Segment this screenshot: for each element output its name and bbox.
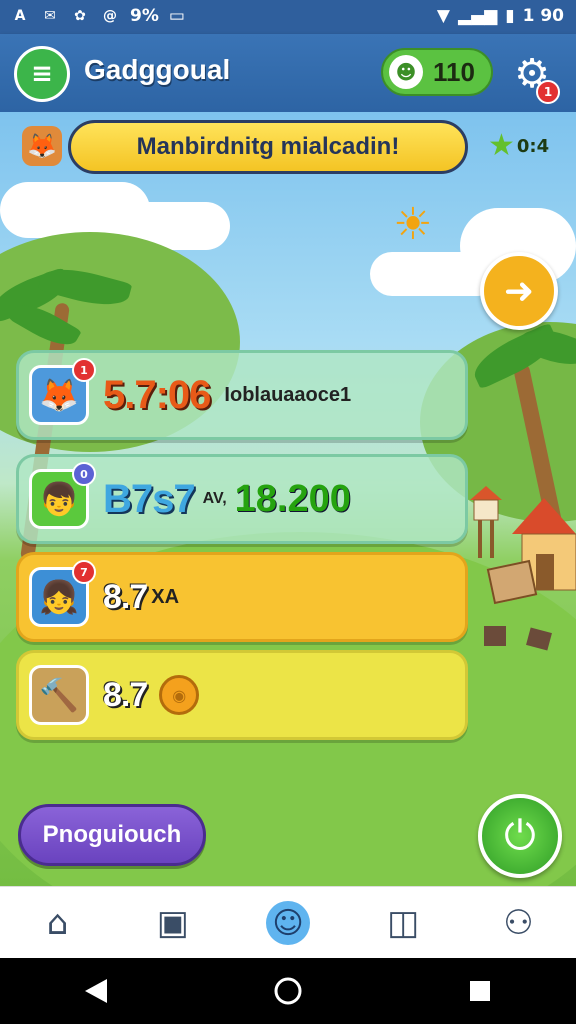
home-circle-icon <box>274 977 302 1005</box>
user-icon: ⚇ <box>503 903 534 943</box>
ghost-coin-icon: ☻ <box>389 55 423 89</box>
signal-icon: ▂▄▆ <box>458 6 498 26</box>
clock: 1 90 <box>522 6 564 26</box>
currency-value: 110 <box>433 56 475 87</box>
recents-button[interactable] <box>450 961 510 1021</box>
notification-badge: 1 <box>72 358 96 382</box>
home-icon: ⌂ <box>46 903 69 943</box>
menu-icon: ≡ <box>31 59 53 89</box>
stat-label: Ioblauaaoce1 <box>224 383 352 406</box>
stat-card[interactable]: 👧 7 8.7 XA <box>16 552 468 642</box>
girl-avatar: 👧 7 <box>29 560 96 627</box>
home-system-button[interactable] <box>258 961 318 1021</box>
stat-card[interactable]: 🔨 8.7 ◉ <box>16 650 468 740</box>
wifi-icon: ▼ <box>436 6 450 26</box>
app-a-icon: A <box>14 8 26 24</box>
gold-coin-icon: ◉ <box>159 675 200 715</box>
boy-avatar: 👦 0 <box>29 462 96 529</box>
currency-pill[interactable]: ☻ 110 <box>381 48 493 96</box>
at-icon: @ <box>103 8 117 24</box>
mission-banner[interactable]: Manbirdnitg mialcadin! <box>68 120 468 174</box>
stat-secondary-value: 18.200 <box>234 477 351 520</box>
stat-value: 5.7:06 <box>103 372 211 417</box>
system-navigation-bar <box>0 958 576 1024</box>
back-triangle-icon <box>85 979 107 1003</box>
power-icon: ⏻ <box>504 813 536 859</box>
power-button[interactable]: ⏻ <box>478 794 562 878</box>
tools-icon: 🔨 <box>29 665 89 725</box>
back-button[interactable] <box>66 961 126 1021</box>
camera-icon: ◫ <box>387 903 420 943</box>
timer-text: 0:4 <box>516 135 550 157</box>
recents-square-icon <box>470 981 490 1001</box>
game-scene: 🦊 Manbirdnitg mialcadin! ★ 0:4 ☀ ➜ 🦊 1 5… <box>0 112 576 886</box>
nav-profile-face[interactable]: ☺ <box>258 893 318 953</box>
notification-badge: 0 <box>72 462 96 486</box>
image-icon: ▭ <box>168 6 185 26</box>
settings-notification-badge: 1 <box>536 80 560 104</box>
notification-badge: 7 <box>72 560 96 584</box>
star-icon: ★ <box>488 128 515 163</box>
sun-icon: ☀ <box>393 199 433 250</box>
stat-unit: AV, <box>202 490 227 507</box>
battery-icon: ▮ <box>505 6 515 26</box>
progress-button[interactable]: Pnoguiouch <box>18 804 206 866</box>
leaf-icon: ✿ <box>74 8 86 24</box>
stat-card[interactable]: 🦊 1 5.7:06 Ioblauaaoce1 <box>16 350 468 440</box>
next-arrow-button[interactable]: ➜ <box>480 252 558 330</box>
stat-value: 8.7 <box>103 577 148 616</box>
watch-tower <box>470 486 502 558</box>
crate <box>484 626 506 646</box>
arrow-icon: ➜ <box>503 270 535 312</box>
stat-unit: XA <box>151 585 180 608</box>
menu-button[interactable]: ≡ <box>14 46 70 102</box>
status-bar: A ✉ ✿ @ 9% ▭ ▼ ▂▄▆ ▮ 1 90 <box>0 0 576 34</box>
fox-avatar: 🦊 1 <box>29 358 96 425</box>
message-icon: ✉ <box>44 8 56 24</box>
app-title: Gadggoual <box>84 54 231 85</box>
app-header: ≡ Gadggoual ☻ 110 ⚙ 1 <box>0 34 576 112</box>
smiley-icon: ☺ <box>265 901 310 945</box>
storage-icon: ▣ <box>156 903 189 943</box>
stat-value: 8.7 <box>103 675 148 714</box>
nav-storage[interactable]: ▣ <box>143 893 203 953</box>
nav-home[interactable]: ⌂ <box>28 893 88 953</box>
nav-user[interactable]: ⚇ <box>488 893 548 953</box>
stat-card[interactable]: 👦 0 B7s7 AV, 18.200 <box>16 454 468 544</box>
nav-camera[interactable]: ◫ <box>373 893 433 953</box>
stat-value: B7s7 <box>103 476 196 521</box>
battery-percent-text: 9% <box>130 6 159 26</box>
fox-avatar[interactable]: 🦊 <box>22 126 62 166</box>
mission-timer: ★ 0:4 <box>488 126 558 166</box>
bottom-navigation: ⌂ ▣ ☺ ◫ ⚇ <box>0 886 576 959</box>
